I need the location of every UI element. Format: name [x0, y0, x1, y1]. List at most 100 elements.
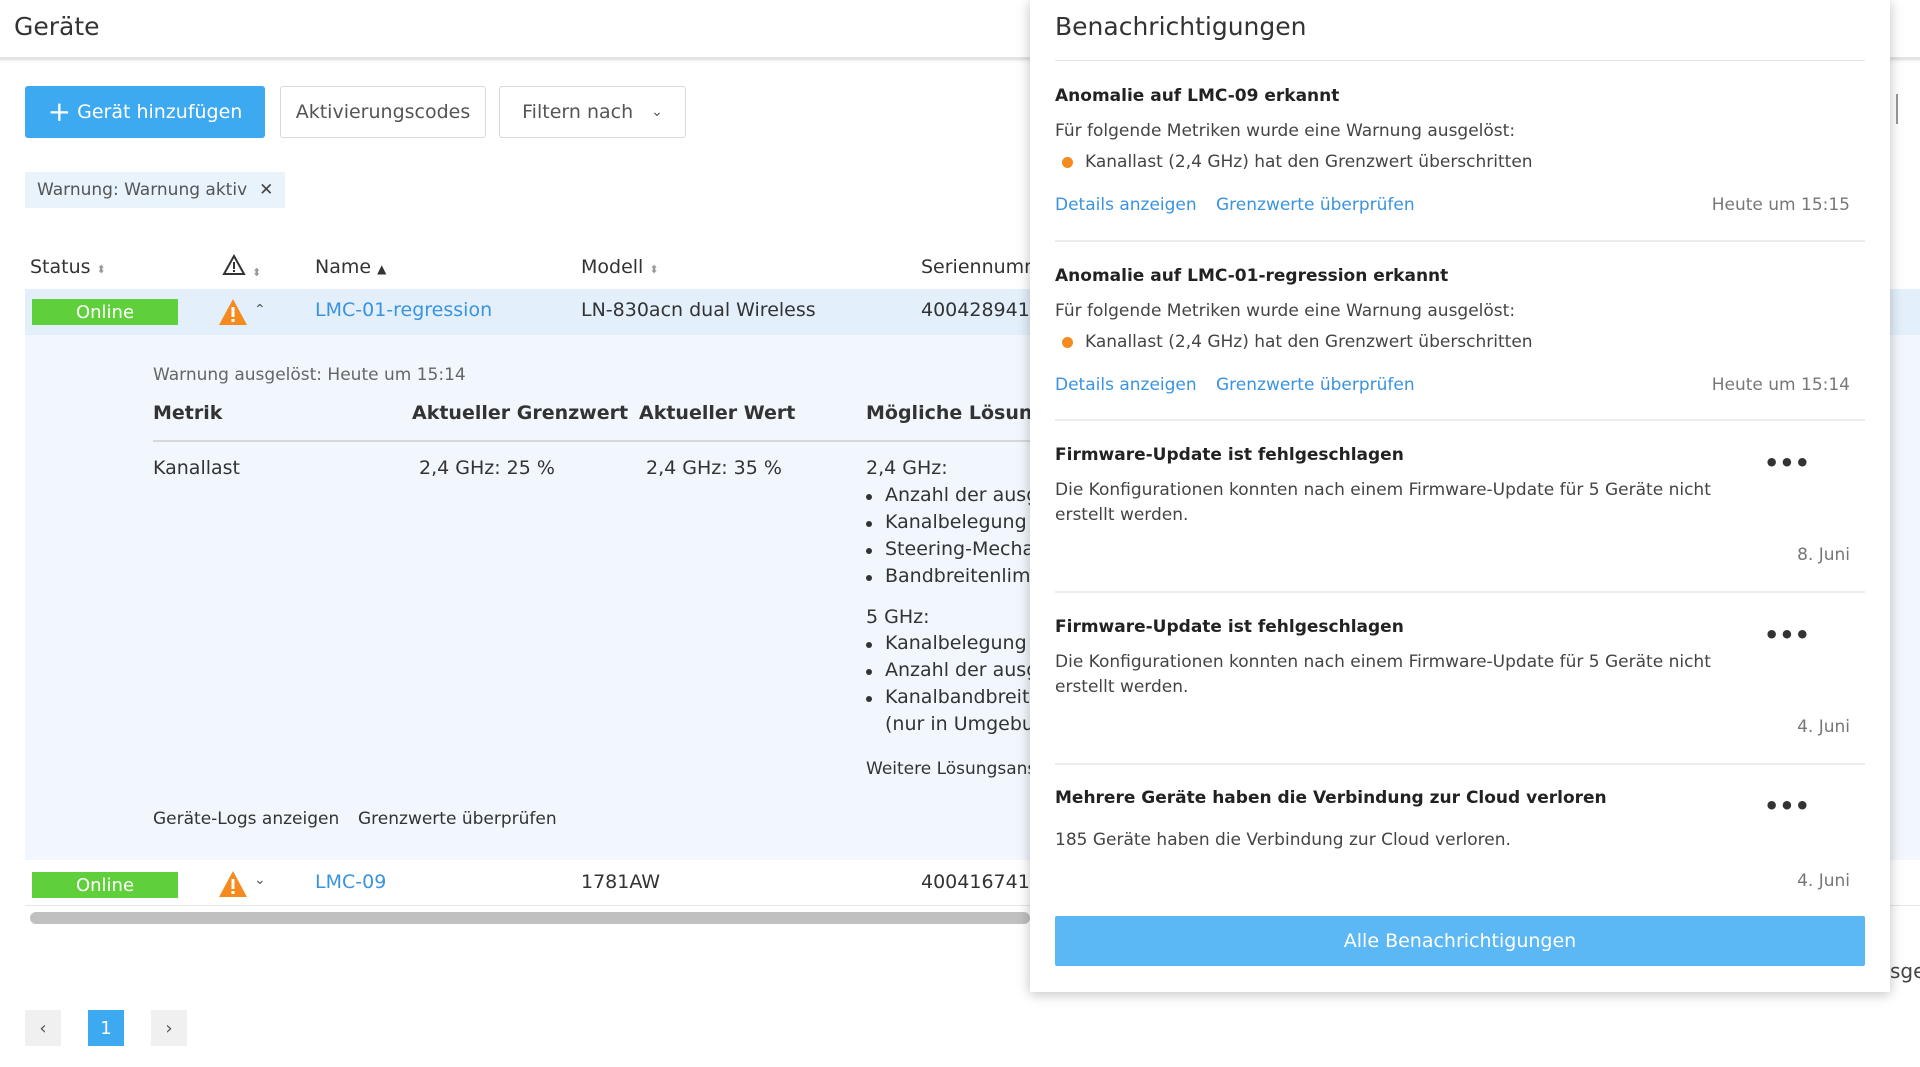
bullet — [866, 575, 872, 581]
chevron-up-icon[interactable]: ⌃ — [254, 302, 266, 318]
column-header-warning[interactable]: ⬍ — [222, 253, 262, 281]
column-header-serial[interactable]: Seriennumm — [921, 256, 1043, 278]
notification-title: Mehrere Geräte haben die Verbindung zur … — [1055, 788, 1607, 808]
warning-triangle-icon — [219, 871, 247, 897]
status-badge: Online — [32, 872, 178, 898]
notification-intro: Für folgende Metriken wurde eine Warnung… — [1055, 301, 1516, 321]
solution-note: (nur in Umgebu — [885, 713, 1034, 735]
check-thresholds-link[interactable]: Grenzwerte überprüfen — [358, 809, 557, 829]
column-header-status[interactable]: Status ⬍ — [30, 256, 106, 278]
notification-metric: Kanallast (2,4 GHz) hat den Grenzwert üb… — [1085, 332, 1533, 352]
solution-item: Kanalbelegung i — [885, 632, 1038, 654]
warning-outline-icon — [222, 253, 246, 275]
device-model: 1781AW — [581, 871, 661, 893]
sort-icon: ⬍ — [252, 266, 262, 279]
notification-title: Firmware-Update ist fehlgeschlagen — [1055, 617, 1404, 637]
more-solutions-link[interactable]: Weitere Lösungsans — [866, 759, 1036, 779]
notification-intro: Für folgende Metriken wurde eine Warnung… — [1055, 121, 1516, 141]
device-name-link[interactable]: LMC-01-regression — [315, 299, 492, 321]
bullet — [866, 494, 872, 500]
band-label: 5 GHz: — [866, 606, 930, 628]
notification-title: Firmware-Update ist fehlgeschlagen — [1055, 445, 1404, 465]
active-filter-chip: Warnung: Warnung aktiv ✕ — [25, 172, 285, 208]
check-thresholds-link[interactable]: Grenzwerte überprüfen — [1216, 375, 1415, 395]
plus-icon: + — [47, 95, 72, 128]
chevron-down-icon: ⌄ — [651, 104, 663, 120]
activation-codes-button[interactable]: Aktivierungscodes — [280, 86, 486, 138]
solution-item: Steering-Mechai — [885, 538, 1040, 560]
details-link[interactable]: Details anzeigen — [1055, 195, 1197, 215]
notification-time: Heute um 15:14 — [1711, 375, 1850, 395]
solution-item: Kanalbelegung i — [885, 511, 1038, 533]
warning-triggered-text: Warnung ausgelöst: Heute um 15:14 — [153, 365, 466, 385]
filter-label: Filtern nach — [522, 101, 634, 123]
solution-item: Bandbreitenlimi — [885, 565, 1036, 587]
sort-icon: ⬍ — [649, 263, 659, 276]
pagination-prev-button[interactable]: ‹ — [25, 1010, 61, 1046]
notification-title: Anomalie auf LMC-09 erkannt — [1055, 86, 1340, 106]
add-device-label: Gerät hinzufügen — [77, 101, 243, 123]
add-device-button[interactable]: + Gerät hinzufügen — [25, 86, 265, 138]
notification-body: 185 Geräte haben die Verbindung zur Clou… — [1055, 830, 1511, 850]
detail-header-solutions: Mögliche Lösungs — [866, 402, 1058, 424]
all-notifications-button[interactable]: Alle Benachrichtigungen — [1055, 916, 1865, 966]
notification-metric: Kanallast (2,4 GHz) hat den Grenzwert üb… — [1085, 152, 1533, 172]
more-icon[interactable]: ••• — [1764, 794, 1810, 818]
more-icon[interactable]: ••• — [1764, 451, 1810, 475]
divider — [1055, 591, 1865, 593]
divider — [1055, 419, 1865, 421]
solution-item: Anzahl der ausg — [885, 659, 1039, 681]
warning-dot-icon — [1062, 157, 1073, 168]
notification-date: 8. Juni — [1797, 545, 1850, 565]
divider — [1055, 763, 1865, 765]
warning-triangle-icon — [219, 299, 247, 325]
bullet — [866, 696, 872, 702]
filter-chip-label: Warnung: Warnung aktiv — [37, 180, 248, 200]
notification-body: Die Konfigurationen konnten nach einem F… — [1055, 652, 1711, 697]
notification-time: Heute um 15:15 — [1711, 195, 1850, 215]
divider — [1055, 60, 1865, 61]
bullet — [866, 669, 872, 675]
warning-dot-icon — [1062, 337, 1073, 348]
sort-icon: ⬍ — [96, 263, 106, 276]
column-header-model[interactable]: Modell ⬍ — [581, 256, 659, 278]
solution-item: Kanalbandbreite — [885, 686, 1042, 708]
pagination-page-button[interactable]: 1 — [88, 1010, 124, 1046]
pagination-next-button[interactable]: › — [151, 1010, 187, 1046]
notification-date: 4. Juni — [1797, 871, 1850, 891]
close-icon[interactable]: ✕ — [259, 180, 273, 200]
truncated-text: sge — [1890, 959, 1920, 983]
band-label: 2,4 GHz: — [866, 457, 948, 479]
column-header-name[interactable]: Name ▲ — [315, 256, 386, 278]
filter-dropdown[interactable]: Filtern nach ⌄ — [499, 86, 686, 138]
threshold-value: 2,4 GHz: 25 % — [419, 457, 555, 479]
details-link[interactable]: Details anzeigen — [1055, 375, 1197, 395]
more-icon[interactable]: ••• — [1764, 623, 1810, 647]
bullet — [866, 642, 872, 648]
divider — [153, 440, 1033, 442]
device-serial: 4004289418 — [921, 299, 1042, 321]
horizontal-scrollbar[interactable] — [30, 912, 1030, 924]
check-thresholds-link[interactable]: Grenzwerte überprüfen — [1216, 195, 1415, 215]
device-name-link[interactable]: LMC-09 — [315, 871, 386, 893]
bullet — [866, 521, 872, 527]
sort-ascending-icon: ▲ — [377, 262, 387, 276]
notifications-title: Benachrichtigungen — [1055, 12, 1307, 41]
page-title: Geräte — [14, 12, 100, 41]
solution-item: Anzahl der ausg — [885, 484, 1039, 506]
notifications-panel: Benachrichtigungen Anomalie auf LMC-09 e… — [1030, 0, 1890, 992]
chevron-down-icon[interactable]: ⌄ — [254, 872, 266, 888]
status-badge: Online — [32, 299, 178, 325]
notification-title: Anomalie auf LMC-01-regression erkannt — [1055, 266, 1449, 286]
current-value: 2,4 GHz: 35 % — [646, 457, 782, 479]
detail-header-value: Aktueller Wert — [639, 402, 796, 424]
device-logs-link[interactable]: Geräte-Logs anzeigen — [153, 809, 339, 829]
device-serial: 4004167418 — [921, 871, 1042, 893]
device-model: LN-830acn dual Wireless — [581, 299, 816, 321]
notification-date: 4. Juni — [1797, 717, 1850, 737]
detail-header-metric: Metrik — [153, 402, 223, 424]
bullet — [866, 548, 872, 554]
divider — [1055, 240, 1865, 242]
detail-header-threshold: Aktueller Grenzwert — [412, 402, 629, 424]
metric-value: Kanallast — [153, 457, 241, 479]
